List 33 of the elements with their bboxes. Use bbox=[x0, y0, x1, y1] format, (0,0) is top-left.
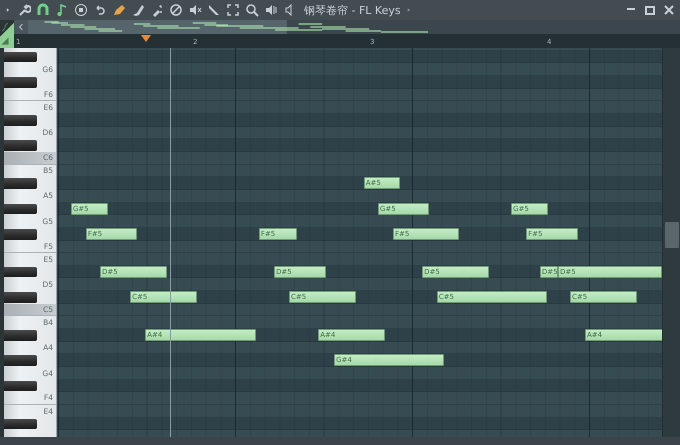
piano-key[interactable] bbox=[4, 228, 57, 240]
piano-key[interactable] bbox=[4, 139, 57, 152]
piano-key[interactable] bbox=[4, 114, 57, 127]
piano-key[interactable] bbox=[4, 291, 57, 304]
pencil-icon[interactable] bbox=[112, 3, 126, 17]
triangle-icon[interactable] bbox=[0, 36, 10, 46]
scroll-left-button[interactable] bbox=[14, 20, 28, 34]
piano-key[interactable] bbox=[4, 380, 57, 392]
piano-key[interactable] bbox=[4, 266, 57, 278]
knife-icon[interactable] bbox=[207, 3, 221, 17]
piano-key[interactable] bbox=[4, 202, 57, 216]
wrench-icon[interactable] bbox=[17, 3, 31, 17]
vertical-scrollbar[interactable] bbox=[662, 48, 680, 437]
piano-key[interactable] bbox=[4, 50, 57, 64]
magnet-icon[interactable] bbox=[36, 3, 50, 17]
brush-icon[interactable] bbox=[131, 3, 145, 17]
close-icon[interactable] bbox=[662, 3, 676, 17]
piano-key[interactable] bbox=[4, 177, 57, 190]
select-icon[interactable] bbox=[226, 3, 240, 17]
window-title: 钢琴卷帘 - FL Keys bbox=[304, 2, 401, 18]
stop-icon[interactable] bbox=[74, 3, 88, 17]
speaker-icon[interactable] bbox=[264, 3, 278, 17]
piano-key[interactable] bbox=[4, 76, 57, 89]
scroll-thumb[interactable] bbox=[664, 222, 678, 248]
maximize-icon[interactable] bbox=[643, 3, 657, 17]
music-note-icon[interactable] bbox=[55, 3, 69, 17]
piano-key[interactable] bbox=[4, 354, 57, 368]
curve-icon[interactable] bbox=[0, 22, 10, 32]
piano-key[interactable] bbox=[4, 418, 57, 430]
piano-key[interactable] bbox=[4, 329, 57, 342]
no-entry-icon[interactable] bbox=[169, 3, 183, 17]
mute-icon[interactable] bbox=[188, 3, 202, 17]
zoom-icon[interactable] bbox=[245, 3, 259, 17]
